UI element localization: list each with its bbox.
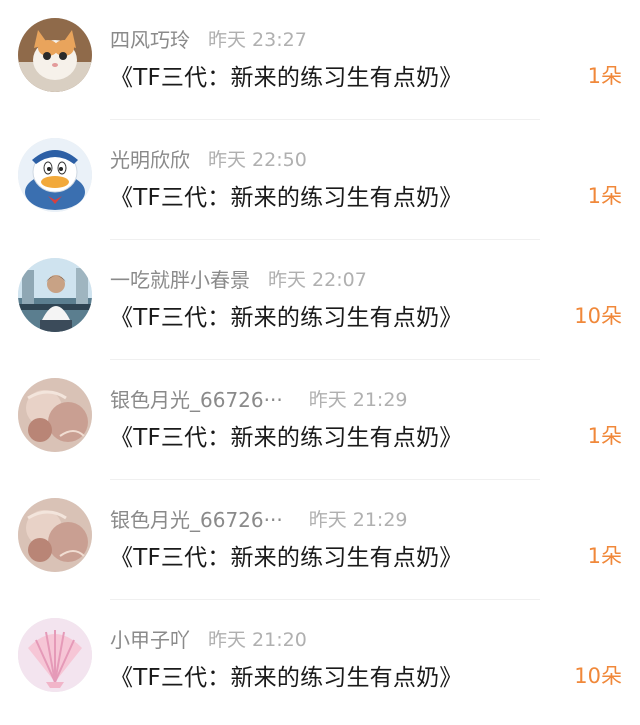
list-item[interactable]: 一吃就胖小春景 昨天 22:07 《TF三代：新来的练习生有点奶》 10朵 (0, 240, 640, 360)
person-photo-avatar-icon (18, 258, 92, 332)
flower-count: 1朵 (587, 544, 622, 568)
user-avatar[interactable] (18, 498, 92, 572)
timestamp: 昨天 22:07 (268, 268, 367, 291)
username[interactable]: 小甲子吖 (110, 624, 190, 653)
item-meta: 银色月光_66726··· 昨天 21:29 (110, 502, 408, 534)
user-avatar[interactable] (18, 378, 92, 452)
donald-duck-avatar-icon (18, 138, 92, 212)
item-meta: 四风巧玲 昨天 23:27 (110, 22, 307, 54)
item-meta: 银色月光_66726··· 昨天 21:29 (110, 382, 408, 414)
seashell-avatar-icon (18, 618, 92, 692)
list-item[interactable]: 光明欣欣 昨天 22:50 《TF三代：新来的练习生有点奶》 1朵 (0, 120, 640, 240)
user-avatar[interactable] (18, 138, 92, 212)
user-avatar[interactable] (18, 18, 92, 92)
flower-count: 1朵 (587, 64, 622, 88)
username[interactable]: 一吃就胖小春景 (110, 264, 250, 293)
flower-count: 1朵 (587, 424, 622, 448)
pink-photo-avatar-icon (18, 378, 92, 452)
username[interactable]: 四风巧玲 (110, 24, 190, 53)
item-meta: 小甲子吖 昨天 21:20 (110, 622, 307, 654)
list-item[interactable]: 银色月光_66726··· 昨天 21:29 《TF三代：新来的练习生有点奶》 … (0, 360, 640, 480)
item-meta: 光明欣欣 昨天 22:50 (110, 142, 307, 174)
timestamp: 昨天 21:20 (208, 628, 307, 651)
gift-record-list: 四风巧玲 昨天 23:27 《TF三代：新来的练习生有点奶》 1朵 光明欣欣 昨… (0, 0, 640, 725)
flower-count: 10朵 (574, 304, 622, 328)
work-title[interactable]: 《TF三代：新来的练习生有点奶》 (110, 298, 462, 332)
work-title[interactable]: 《TF三代：新来的练习生有点奶》 (110, 538, 462, 572)
flower-count: 10朵 (574, 664, 622, 688)
flower-count: 1朵 (587, 184, 622, 208)
work-title[interactable]: 《TF三代：新来的练习生有点奶》 (110, 418, 462, 452)
user-avatar[interactable] (18, 258, 92, 332)
timestamp: 昨天 22:50 (208, 148, 307, 171)
work-title[interactable]: 《TF三代：新来的练习生有点奶》 (110, 658, 462, 692)
timestamp: 昨天 21:29 (308, 388, 408, 411)
work-title[interactable]: 《TF三代：新来的练习生有点奶》 (110, 58, 462, 92)
username[interactable]: 银色月光_66726··· (110, 504, 283, 533)
timestamp: 昨天 21:29 (308, 508, 408, 531)
work-title[interactable]: 《TF三代：新来的练习生有点奶》 (110, 178, 462, 212)
list-item[interactable]: 小甲子吖 昨天 21:20 《TF三代：新来的练习生有点奶》 10朵 (0, 600, 640, 720)
list-item[interactable]: 银色月光_66726··· 昨天 21:29 《TF三代：新来的练习生有点奶》 … (0, 480, 640, 600)
item-meta: 一吃就胖小春景 昨天 22:07 (110, 262, 367, 294)
user-avatar[interactable] (18, 618, 92, 692)
username[interactable]: 光明欣欣 (110, 144, 190, 173)
timestamp: 昨天 23:27 (208, 28, 307, 51)
username[interactable]: 银色月光_66726··· (110, 384, 283, 413)
pink-photo-avatar-icon (18, 498, 92, 572)
list-item[interactable]: 四风巧玲 昨天 23:27 《TF三代：新来的练习生有点奶》 1朵 (0, 0, 640, 120)
cat-avatar-icon (18, 18, 92, 92)
